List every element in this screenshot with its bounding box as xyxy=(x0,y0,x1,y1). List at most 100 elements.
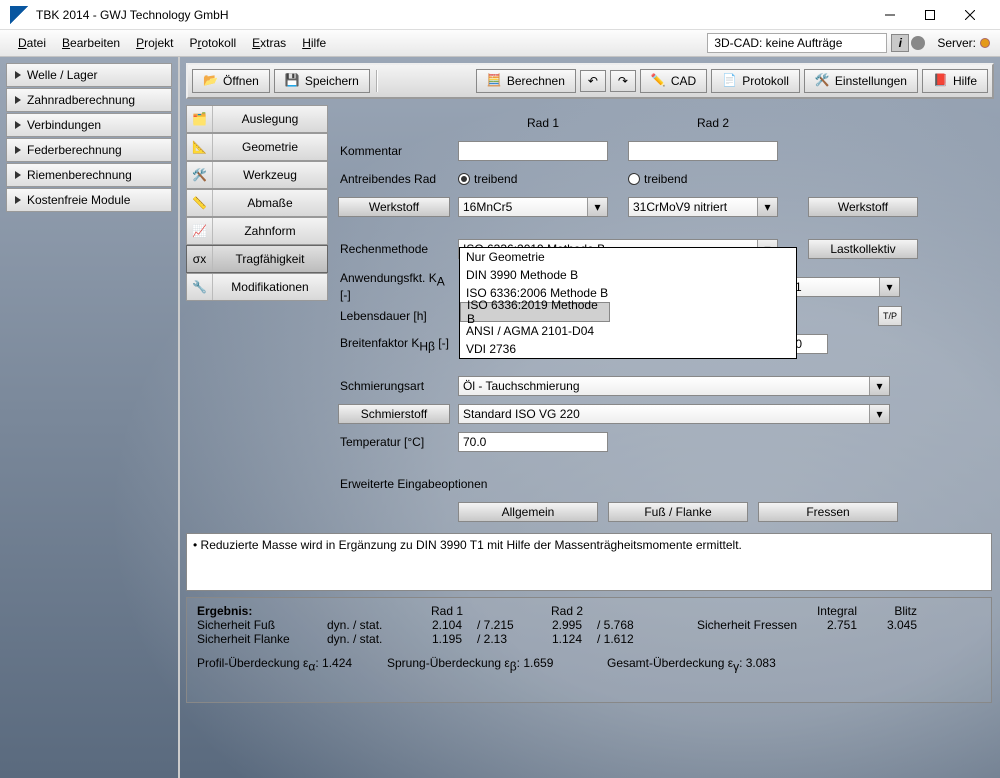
sidebar-item-label: Verbindungen xyxy=(27,118,101,132)
settings-dot-icon[interactable] xyxy=(911,36,925,50)
schmierstoff-button[interactable]: Schmierstoff xyxy=(338,404,450,424)
werkstoff-button-right[interactable]: Werkstoff xyxy=(808,197,918,217)
dropdown-option[interactable]: VDI 2736 xyxy=(460,340,796,358)
rechenmethode-dropdown-list[interactable]: Nur Geometrie DIN 3990 Methode B ISO 633… xyxy=(459,247,797,359)
close-button[interactable] xyxy=(950,1,990,29)
undo-button[interactable]: ↶ xyxy=(580,70,606,92)
dropdown-option[interactable]: DIN 3990 Methode B xyxy=(460,266,796,284)
column-header-rad2: Rad 2 xyxy=(628,116,798,130)
chevron-right-icon xyxy=(15,121,21,129)
tab-label: Geometrie xyxy=(213,140,327,154)
sidebar-item-label: Riemenberechnung xyxy=(27,168,132,182)
select-value: Standard ISO VG 220 xyxy=(463,407,580,421)
results-col-blitz: Blitz xyxy=(857,604,917,618)
tab-label: Abmaße xyxy=(213,196,327,210)
results-col-integral: Integral xyxy=(797,604,857,618)
info-note: • Reduzierte Masse wird in Ergänzung zu … xyxy=(186,533,992,591)
tab-auslegung[interactable]: 🗂️Auslegung xyxy=(186,105,328,133)
help-button[interactable]: 📕Hilfe xyxy=(922,69,988,93)
tab-modifikationen[interactable]: 🔧Modifikationen xyxy=(186,273,328,301)
radio-label: treibend xyxy=(474,172,517,186)
open-button[interactable]: 📂Öffnen xyxy=(192,69,270,93)
schmierstoff-select[interactable]: Standard ISO VG 220▾ xyxy=(458,404,890,424)
menu-projekt[interactable]: Projekt xyxy=(128,33,181,53)
sidebar-item-kostenfreie-module[interactable]: Kostenfreie Module xyxy=(6,188,172,212)
tab-icon: σx xyxy=(187,246,213,272)
breitenfaktor-label: Breitenfaktor KHβ [-] xyxy=(338,336,458,353)
lastkollektiv-button[interactable]: Lastkollektiv xyxy=(808,239,918,259)
menu-datei[interactable]: Datei xyxy=(10,33,54,53)
label: Sprung-Überdeckung ε xyxy=(387,656,510,670)
kommentar-rad2-input[interactable] xyxy=(628,141,778,161)
sidebar-item-verbindungen[interactable]: Verbindungen xyxy=(6,113,172,137)
calculate-button[interactable]: 🧮Berechnen xyxy=(476,69,576,93)
antreibend-label: Antreibendes Rad xyxy=(338,172,458,186)
value: 3.083 xyxy=(746,656,776,670)
tab-tragfaehigkeit[interactable]: σxTragfähigkeit xyxy=(186,245,328,273)
chevron-right-icon xyxy=(15,196,21,204)
menu-extras[interactable]: Extras xyxy=(244,33,294,53)
werkstoff-rad2-select[interactable]: 31CrMoV9 nitriert▾ xyxy=(628,197,778,217)
row-label: Sicherheit Fuß xyxy=(197,618,327,632)
minimize-button[interactable] xyxy=(870,1,910,29)
tab-werkzeug[interactable]: 🛠️Werkzeug xyxy=(186,161,328,189)
tab-abmasse[interactable]: 📏Abmaße xyxy=(186,189,328,217)
main-toolbar: 📂Öffnen 💾Speichern 🧮Berechnen ↶ ↷ ✏️CAD … xyxy=(186,63,994,99)
book-icon: 📕 xyxy=(933,73,949,89)
allgemein-button[interactable]: Allgemein xyxy=(458,502,598,522)
tab-label: Modifikationen xyxy=(213,280,327,294)
save-icon: 💾 xyxy=(285,73,301,89)
tab-icon: 🛠️ xyxy=(187,162,213,188)
kommentar-rad1-input[interactable] xyxy=(458,141,608,161)
sidebar-item-welle-lager[interactable]: Welle / Lager xyxy=(6,63,172,87)
sidebar-item-label: Kostenfreie Module xyxy=(27,193,130,207)
schmierungsart-select[interactable]: Öl - Tauchschmierung▾ xyxy=(458,376,890,396)
radio-treibend-rad2[interactable] xyxy=(628,173,640,185)
button-label: CAD xyxy=(671,74,696,88)
button-label: Protokoll xyxy=(742,74,789,88)
value: 3.045 xyxy=(857,618,917,632)
werkstoff-rad1-select[interactable]: 16MnCr5▾ xyxy=(458,197,608,217)
menu-bearbeiten[interactable]: Bearbeiten xyxy=(54,33,128,53)
dropdown-option[interactable]: Nur Geometrie xyxy=(460,248,796,266)
cad-status-field[interactable]: 3D-CAD: keine Aufträge xyxy=(707,33,887,53)
row-label: Sicherheit Fressen xyxy=(657,618,797,632)
tab-geometrie[interactable]: 📐Geometrie xyxy=(186,133,328,161)
menu-protokoll[interactable]: Protokoll xyxy=(181,33,244,53)
tab-zahnform[interactable]: 📈Zahnform xyxy=(186,217,328,245)
save-button[interactable]: 💾 Speichern xyxy=(274,69,370,93)
row-sublabel: dyn. / stat. xyxy=(327,618,417,632)
folder-open-icon: 📂 xyxy=(203,73,219,89)
radio-treibend-rad1[interactable] xyxy=(458,173,470,185)
value: 1.195 xyxy=(417,632,477,646)
redo-button[interactable]: ↷ xyxy=(610,70,636,92)
period-button[interactable]: T/P xyxy=(878,306,902,326)
werkstoff-button-left[interactable]: Werkstoff xyxy=(338,197,450,217)
calculator-icon: 🧮 xyxy=(487,73,503,89)
value: 1.424 xyxy=(322,656,352,670)
redo-icon: ↷ xyxy=(618,74,628,88)
lebensdauer-label: Lebensdauer [h] xyxy=(338,309,458,323)
sidebar-item-federberechnung[interactable]: Federberechnung xyxy=(6,138,172,162)
temperatur-input[interactable] xyxy=(458,432,608,452)
tab-icon: 🔧 xyxy=(187,274,213,300)
menu-hilfe[interactable]: Hilfe xyxy=(294,33,334,53)
settings-button[interactable]: 🛠️Einstellungen xyxy=(804,69,918,93)
dropdown-option-selected[interactable]: ISO 6336:2019 Methode B xyxy=(460,302,610,322)
sidebar-item-zahnradberechnung[interactable]: Zahnradberechnung xyxy=(6,88,172,112)
maximize-button[interactable] xyxy=(910,1,950,29)
sidebar-item-riemenberechnung[interactable]: Riemenberechnung xyxy=(6,163,172,187)
anwendung-value-select[interactable]: 1▾ xyxy=(790,277,900,297)
value: 1.659 xyxy=(523,656,553,670)
cad-button[interactable]: ✏️CAD xyxy=(640,69,707,93)
sidebar-item-label: Federberechnung xyxy=(27,143,122,157)
info-icon[interactable]: i xyxy=(891,34,909,52)
period-icon: T/P xyxy=(883,311,897,321)
fressen-button[interactable]: Fressen xyxy=(758,502,898,522)
label: Gesamt-Überdeckung ε xyxy=(607,656,733,670)
button-label: Speichern xyxy=(305,74,359,88)
protokoll-button[interactable]: 📄Protokoll xyxy=(711,69,800,93)
sidebar-item-label: Zahnradberechnung xyxy=(27,93,135,107)
row-sublabel: dyn. / stat. xyxy=(327,632,417,646)
fuss-flanke-button[interactable]: Fuß / Flanke xyxy=(608,502,748,522)
